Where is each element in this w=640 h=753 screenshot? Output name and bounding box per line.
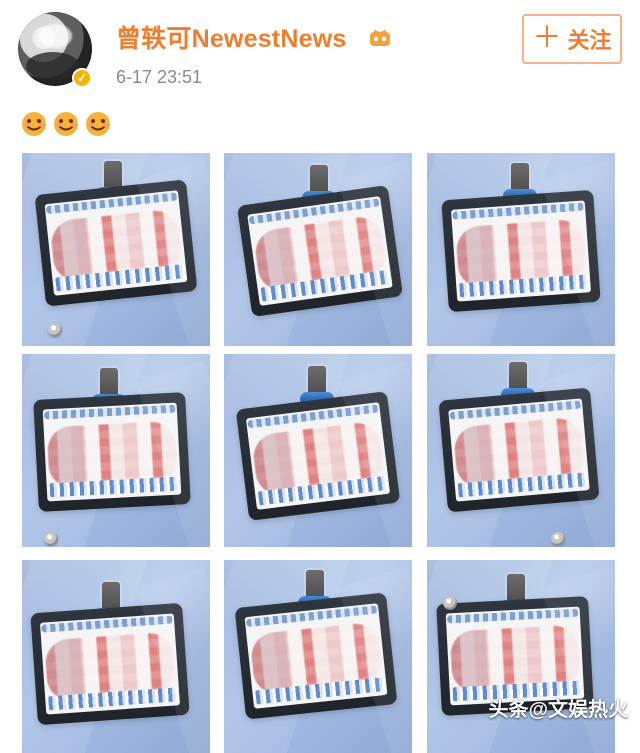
photo-thumbnail[interactable] bbox=[224, 354, 412, 547]
follow-button[interactable]: ＋ 关注 bbox=[522, 14, 622, 64]
follow-button-label: 关注 bbox=[567, 28, 612, 53]
photo-thumbnail[interactable] bbox=[427, 354, 615, 547]
photo-thumbnail[interactable] bbox=[224, 560, 412, 753]
username[interactable]: 曾轶可NewestNews bbox=[116, 25, 346, 53]
smiling-face-emoji bbox=[86, 112, 110, 136]
post-header: ✓ 曾轶可NewestNews 6-17 23:51 ＋ 关注 bbox=[18, 12, 622, 102]
emoji-row bbox=[20, 110, 112, 138]
watermark-text: 头条@文娱热火 bbox=[488, 699, 628, 721]
photo-thumbnail[interactable] bbox=[22, 153, 210, 346]
smiling-face-emoji bbox=[54, 112, 78, 136]
photo-grid bbox=[22, 153, 615, 753]
photo-thumbnail[interactable] bbox=[427, 153, 615, 346]
photo-thumbnail[interactable] bbox=[22, 354, 210, 547]
tv-badge-icon bbox=[370, 30, 390, 46]
watermark: 头条@文娱热火 bbox=[488, 700, 628, 720]
photo-thumbnail[interactable] bbox=[224, 153, 412, 346]
post-time: 6-17 23:51 bbox=[116, 67, 203, 87]
verified-badge-icon: ✓ bbox=[72, 68, 92, 88]
weibo-post: ✓ 曾轶可NewestNews 6-17 23:51 ＋ 关注 头条@文娱热火 bbox=[0, 0, 640, 753]
photo-thumbnail[interactable] bbox=[427, 560, 615, 753]
plus-icon: ＋ bbox=[532, 21, 562, 54]
smiling-face-emoji bbox=[22, 112, 46, 136]
photo-thumbnail[interactable] bbox=[22, 560, 210, 753]
